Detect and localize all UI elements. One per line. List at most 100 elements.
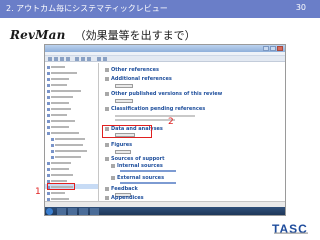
taskbar-app-icon[interactable] — [68, 208, 77, 215]
subtitle-text: （効果量等を出すまで） — [74, 29, 196, 42]
node-icon — [47, 77, 50, 81]
tree-item[interactable] — [47, 101, 69, 105]
toolbar-icon[interactable] — [66, 57, 70, 61]
node-icon — [51, 143, 54, 147]
taskbar-app-icon[interactable] — [90, 208, 99, 215]
tree-item[interactable] — [47, 89, 81, 93]
add-button[interactable] — [115, 150, 131, 154]
tree-item[interactable] — [51, 137, 85, 141]
section-subheading[interactable]: Internal sources — [111, 163, 163, 169]
toolbar-icon[interactable] — [54, 57, 58, 61]
section-heading[interactable]: Classification pending references — [105, 106, 205, 112]
maximize-icon[interactable] — [270, 46, 276, 51]
node-icon — [51, 137, 54, 141]
toolbar-icon[interactable] — [48, 57, 52, 61]
tree-item[interactable] — [47, 71, 77, 75]
tree-item[interactable] — [51, 149, 87, 153]
windows-taskbar — [45, 207, 285, 215]
tree-item[interactable] — [51, 155, 81, 159]
expand-icon[interactable] — [105, 107, 109, 111]
tree-item-label — [51, 96, 73, 98]
node-icon — [47, 101, 50, 105]
tree-item[interactable] — [47, 77, 69, 81]
tree-item[interactable] — [47, 107, 71, 111]
close-icon[interactable] — [277, 46, 283, 51]
toolbar-icon[interactable] — [60, 57, 64, 61]
section-heading[interactable]: Additional references — [105, 76, 172, 82]
start-button-icon[interactable] — [46, 208, 53, 215]
tree-item-label — [51, 168, 69, 170]
add-button[interactable] — [115, 84, 133, 88]
tree-item[interactable] — [47, 131, 79, 135]
callout-number-2: 2 — [168, 117, 174, 127]
node-icon — [47, 71, 50, 75]
section-heading[interactable]: Sources of support — [105, 156, 164, 162]
toolbar-icon[interactable] — [87, 57, 91, 61]
expand-icon[interactable] — [105, 77, 109, 81]
heading-label: Classification pending references — [111, 106, 206, 112]
tree-item-label — [51, 66, 65, 68]
tree-item[interactable] — [47, 167, 69, 171]
revman-window-screenshot: Other references Additional references O… — [44, 44, 286, 216]
node-icon — [47, 191, 50, 195]
heading-label: Sources of support — [111, 156, 165, 162]
toolbar-icon[interactable] — [97, 57, 101, 61]
tree-item-label — [51, 174, 73, 176]
heading-label: Additional references — [111, 76, 172, 82]
revman-logo: RevMan — [10, 28, 66, 42]
slide-header-bar: 2. アウトカム毎にシステマティックレビュー 30 — [0, 0, 320, 18]
expand-icon[interactable] — [105, 92, 109, 96]
link-line[interactable] — [120, 170, 176, 172]
tree-item-label — [51, 180, 67, 182]
tree-item-label — [51, 120, 75, 122]
add-button[interactable] — [115, 99, 133, 103]
expand-icon[interactable] — [111, 176, 115, 180]
expand-icon[interactable] — [111, 164, 115, 168]
tree-item[interactable] — [47, 173, 73, 177]
section-subheading[interactable]: External sources — [111, 175, 164, 181]
taskbar-app-icon[interactable] — [57, 208, 66, 215]
tree-item-label — [51, 162, 71, 164]
tree-item-label — [51, 192, 65, 194]
node-icon — [47, 161, 50, 165]
expand-icon[interactable] — [105, 143, 109, 147]
tree-item[interactable] — [47, 125, 69, 129]
tree-item[interactable] — [47, 191, 65, 195]
tree-item[interactable] — [47, 83, 67, 87]
tree-item-label — [55, 156, 81, 158]
tree-item[interactable] — [47, 113, 67, 117]
tree-item[interactable] — [47, 119, 75, 123]
tree-item-label — [51, 84, 67, 86]
node-icon — [47, 95, 50, 99]
slide-title: 2. アウトカム毎にシステマティックレビュー — [6, 4, 168, 13]
expand-icon[interactable] — [105, 196, 109, 200]
tree-item-label — [51, 72, 77, 74]
expand-icon[interactable] — [105, 68, 109, 72]
expand-icon[interactable] — [105, 187, 109, 191]
node-icon — [47, 131, 50, 135]
link-line[interactable] — [120, 182, 176, 184]
section-heading[interactable]: Figures — [105, 142, 132, 148]
node-icon — [51, 155, 54, 159]
tree-item[interactable] — [51, 143, 83, 147]
toolbar-icon[interactable] — [81, 57, 85, 61]
tree-item-label — [55, 138, 85, 140]
heading-label: Other references — [111, 67, 159, 73]
minimize-icon[interactable] — [263, 46, 269, 51]
tree-item[interactable] — [47, 95, 73, 99]
tree-item-label — [51, 108, 71, 110]
node-icon — [47, 173, 50, 177]
toolbar-icon[interactable] — [75, 57, 79, 61]
taskbar-app-icon[interactable] — [79, 208, 88, 215]
node-icon — [47, 125, 50, 129]
toolbar-icon[interactable] — [103, 57, 107, 61]
tree-item[interactable] — [47, 161, 71, 165]
section-heading[interactable]: Other references — [105, 67, 159, 73]
section-heading[interactable]: Feedback — [105, 186, 138, 192]
expand-icon[interactable] — [105, 157, 109, 161]
window-titlebar — [45, 45, 285, 52]
node-icon — [47, 167, 50, 171]
tree-item[interactable] — [47, 65, 65, 69]
section-heading[interactable]: Other published versions of this review — [105, 91, 222, 97]
heading-label: Internal sources — [117, 163, 163, 169]
